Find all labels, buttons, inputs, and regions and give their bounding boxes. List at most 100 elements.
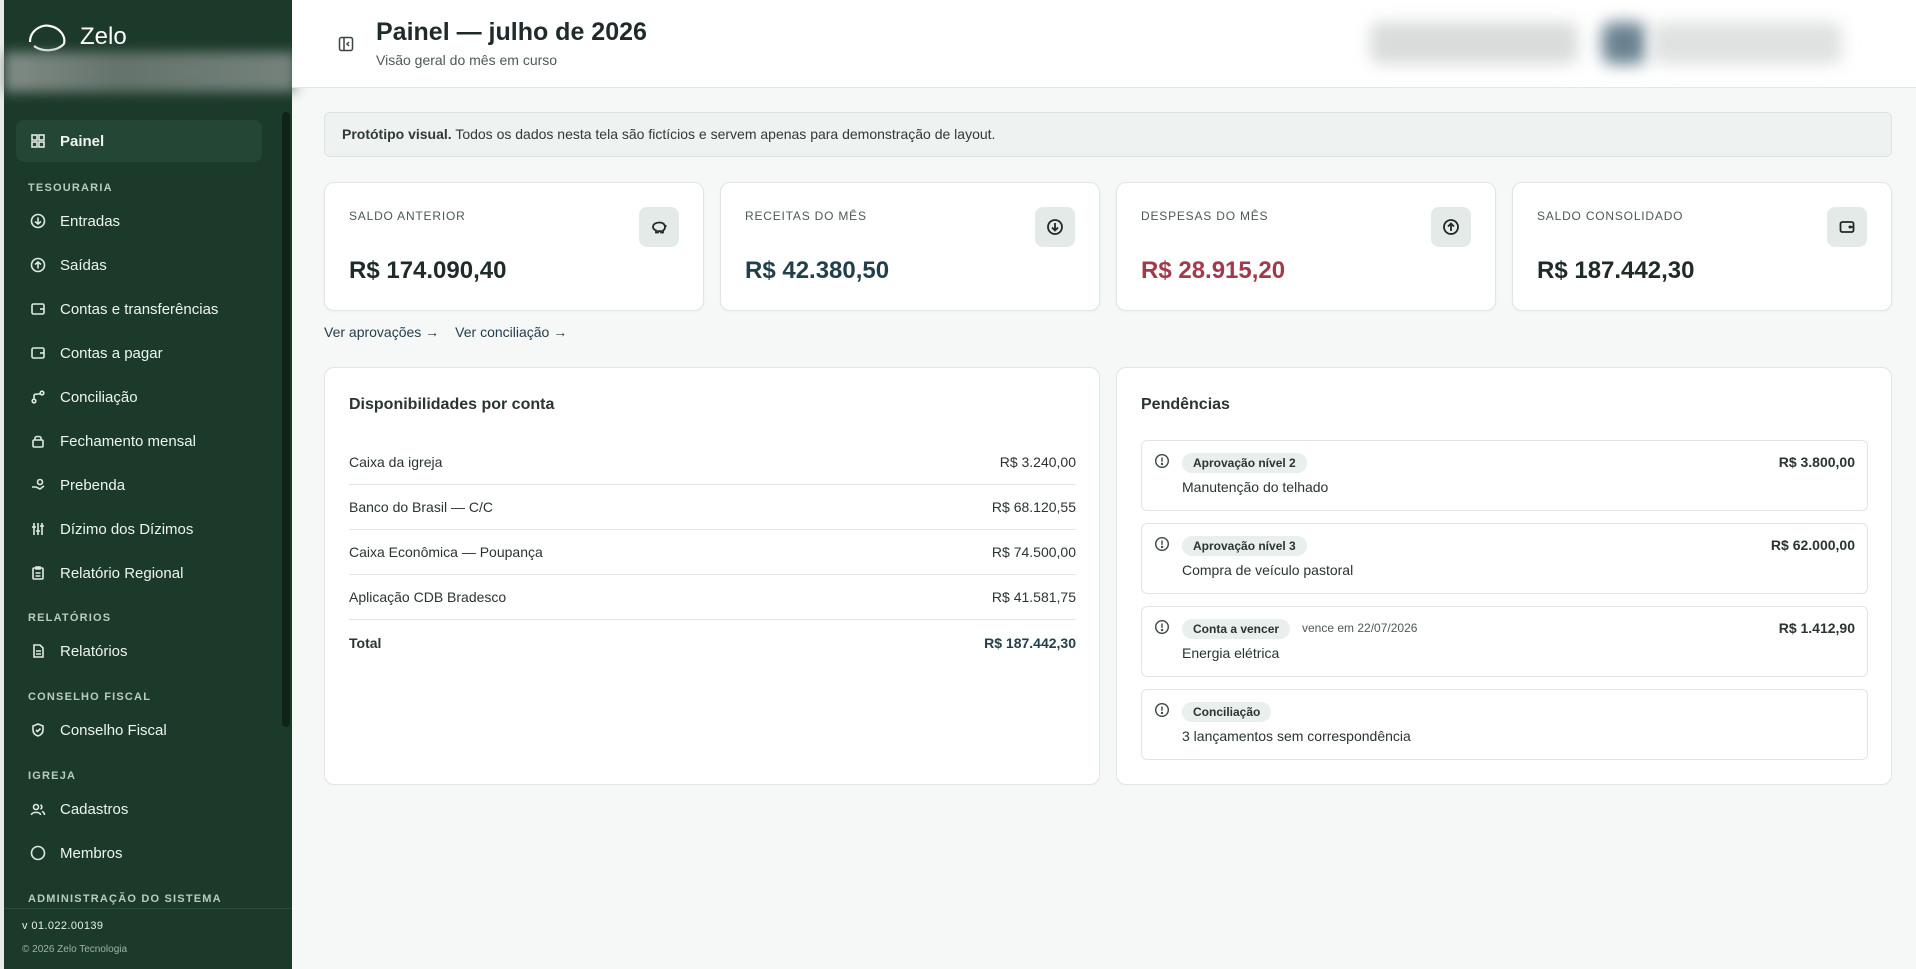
users-icon: [30, 803, 46, 816]
pending-item[interactable]: Aprovação nível 3 Compra de veículo past…: [1141, 523, 1868, 594]
section-conselho: CONSELHO FISCAL: [28, 691, 152, 703]
sidebar-item-conselho-fiscal[interactable]: Conselho Fiscal: [16, 709, 262, 751]
kpi-despesas: DESPESAS DO MÊS R$ 28.915,20: [1116, 182, 1496, 311]
account-row: Caixa da igreja R$ 3.240,00: [349, 440, 1076, 485]
brand[interactable]: Zelo: [26, 20, 127, 54]
sidebar-item-label: Saídas: [60, 256, 107, 274]
alert-circle-icon: [1154, 453, 1170, 469]
link-ver-aprovacoes[interactable]: Ver aprovações →: [324, 324, 439, 340]
sidebar-item-cadastros[interactable]: Cadastros: [16, 788, 262, 830]
sidebar-item-label: Conselho Fiscal: [60, 721, 167, 739]
link-ver-conciliacao[interactable]: Ver conciliação →: [455, 324, 567, 340]
account-row: Banco do Brasil — C/C R$ 68.120,55: [349, 485, 1076, 530]
pending-title: Pendências: [1141, 396, 1230, 413]
pending-badge: Aprovação nível 3: [1182, 536, 1307, 556]
section-igreja: IGREJA: [28, 770, 77, 782]
arrow-down-circle-icon: [1035, 207, 1075, 247]
sidebar-item-label: Relatórios: [60, 642, 128, 660]
page-title: Painel — julho de 2026: [376, 18, 647, 46]
sidebar-footer-divider: [4, 908, 292, 909]
sidebar-item-dizimo[interactable]: Dízimo dos Dízimos: [16, 508, 262, 550]
pending-badge: Conta a vencer: [1182, 619, 1291, 639]
sidebar-nav: Painel TESOURARIA Entradas Saídas Contas…: [4, 106, 292, 906]
sidebar-item-relatorio-regional[interactable]: Relatório Regional: [16, 552, 262, 594]
total-label: Total: [349, 634, 382, 651]
notice-bold: Protótipo visual.: [342, 126, 452, 142]
pending-due-date: vence em 22/07/2026: [1302, 621, 1418, 635]
user-menu-blurred[interactable]: [1652, 22, 1842, 64]
kpi-label: DESPESAS DO MÊS: [1141, 209, 1269, 223]
prototype-notice: Protótipo visual. Todos os dados nesta t…: [324, 112, 1892, 157]
kpi-saldo-anterior: SALDO ANTERIOR R$ 174.090,40: [324, 182, 704, 311]
kpi-value: R$ 187.442,30: [1537, 257, 1695, 284]
alert-circle-icon: [1154, 536, 1170, 552]
sidebar-item-saidas[interactable]: Saídas: [16, 244, 262, 286]
pending-amount: R$ 3.800,00: [1778, 454, 1855, 470]
account-row: Aplicação CDB Bradesco R$ 41.581,75: [349, 575, 1076, 620]
account-total-row: Total R$ 187.442,30: [349, 620, 1076, 665]
sidebar-item-entradas[interactable]: Entradas: [16, 200, 262, 242]
sidebar-item-label: Painel: [60, 132, 105, 150]
sidebar-item-label: Dízimo dos Dízimos: [60, 520, 194, 538]
sidebar-item-label: Relatório Regional: [60, 564, 184, 582]
sidebar-item-painel[interactable]: Painel: [16, 120, 262, 162]
quick-links: Ver aprovações → Ver conciliação →: [324, 324, 567, 340]
section-tesouraria: TESOURARIA: [28, 182, 113, 194]
sidebar-item-fechamento[interactable]: Fechamento mensal: [16, 420, 262, 462]
account-amount: R$ 41.581,75: [991, 589, 1076, 605]
hand-coins-icon: [32, 478, 45, 490]
sidebar-item-relatorios[interactable]: Relatórios: [16, 630, 262, 672]
pending-badge: Aprovação nível 2: [1182, 453, 1307, 473]
kpi-receitas: RECEITAS DO MÊS R$ 42.380,50: [720, 182, 1100, 311]
sidebar-item-label: Conciliação: [60, 388, 138, 406]
sidebar-item-label: Membros: [60, 844, 123, 862]
piggy-bank-icon: [639, 207, 679, 247]
pending-desc: Energia elétrica: [1182, 645, 1280, 661]
kpi-value: R$ 42.380,50: [745, 257, 890, 284]
lock-icon: [32, 435, 44, 448]
pending-badge: Conciliação: [1182, 702, 1272, 722]
sidebar-item-label: Fechamento mensal: [60, 432, 196, 450]
notice-text: Todos os dados nesta tela são fictícios …: [451, 126, 996, 142]
account-name: Aplicação CDB Bradesco: [349, 589, 507, 605]
sidebar-toggle-icon[interactable]: [338, 36, 354, 52]
circle-icon: [30, 845, 46, 861]
account-name: Caixa Econômica — Poupança: [349, 544, 543, 560]
sidebar-item-conciliacao[interactable]: Conciliação: [16, 376, 262, 418]
account-name: Banco do Brasil — C/C: [349, 499, 493, 515]
kpi-label: SALDO CONSOLIDADO: [1537, 209, 1684, 223]
alert-circle-icon: [1154, 702, 1170, 718]
zelo-logo-icon: [28, 24, 66, 52]
accounts-panel: Disponibilidades por conta Caixa da igre…: [324, 367, 1100, 785]
grid-icon: [31, 134, 45, 148]
pending-item[interactable]: Aprovação nível 2 Manutenção do telhado …: [1141, 440, 1868, 511]
arrow-down-circle-icon: [30, 213, 46, 229]
pending-panel: Pendências Aprovação nível 2 Manutenção …: [1116, 367, 1892, 785]
arrow-up-circle-icon: [30, 257, 46, 273]
pending-amount: R$ 62.000,00: [1770, 537, 1855, 553]
sidebar-item-membros[interactable]: Membros: [16, 832, 262, 874]
file-icon: [33, 644, 44, 658]
top-header: Painel — julho de 2026 Visão geral do mê…: [292, 0, 1916, 88]
avatar-blurred[interactable]: [1602, 22, 1646, 64]
sidebar-item-label: Contas e transferências: [60, 300, 219, 318]
sidebar-item-prebenda[interactable]: Prebenda: [16, 464, 262, 506]
header-search-blurred[interactable]: [1370, 22, 1578, 64]
sidebar-item-contas-transferencias[interactable]: Contas e transferências: [16, 288, 262, 330]
kpi-label: RECEITAS DO MÊS: [745, 209, 867, 223]
sidebar-item-label: Entradas: [60, 212, 121, 230]
kpi-saldo-consolidado: SALDO CONSOLIDADO R$ 187.442,30: [1512, 182, 1892, 311]
sidebar-item-contas-pagar[interactable]: Contas a pagar: [16, 332, 262, 374]
copyright: © 2026 Zelo Tecnologia: [22, 944, 128, 955]
church-selector-blurred[interactable]: [4, 52, 296, 92]
alert-circle-icon: [1154, 619, 1170, 635]
app-version: v 01.022.00139: [22, 920, 104, 932]
arrow-up-circle-icon: [1431, 207, 1471, 247]
account-row: Caixa Econômica — Poupança R$ 74.500,00: [349, 530, 1076, 575]
accounts-title: Disponibilidades por conta: [349, 396, 555, 413]
total-amount: R$ 187.442,30: [984, 634, 1076, 651]
kpi-value: R$ 28.915,20: [1141, 257, 1286, 284]
sidebar-scrollbar[interactable]: [282, 112, 290, 727]
pending-item[interactable]: Conta a vencer vence em 22/07/2026 Energ…: [1141, 606, 1868, 677]
pending-item[interactable]: Conciliação 3 lançamentos sem correspond…: [1141, 689, 1868, 760]
